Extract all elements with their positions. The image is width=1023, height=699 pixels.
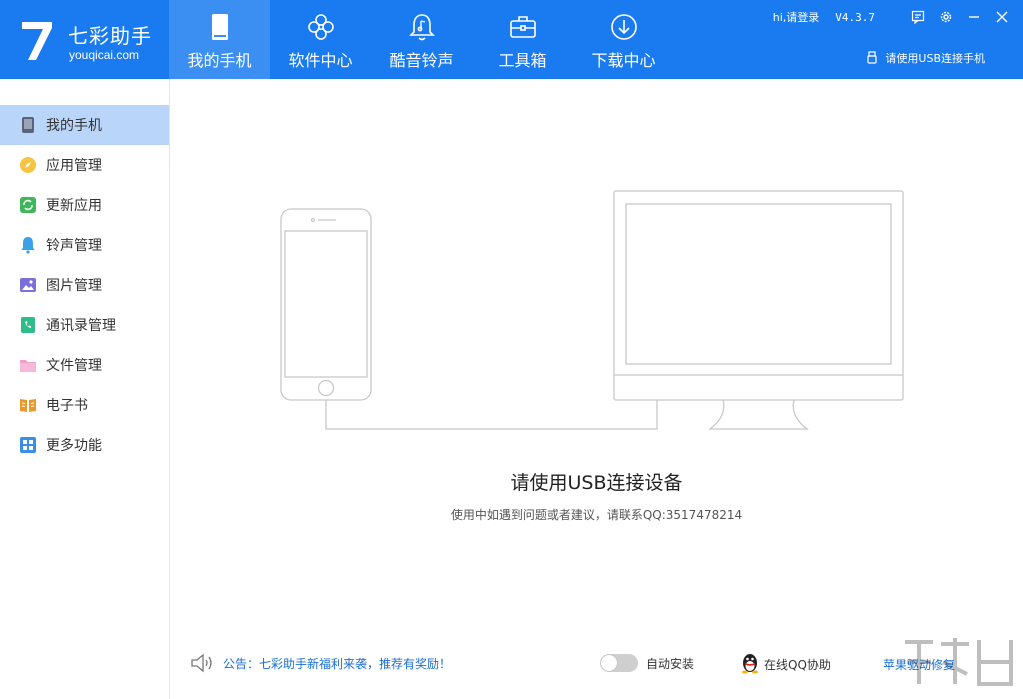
bell-icon — [408, 14, 435, 41]
sidebar-item-label: 应用管理 — [46, 158, 102, 174]
refresh-icon — [20, 197, 36, 213]
speaker-icon — [191, 653, 212, 673]
compass-icon — [20, 157, 36, 173]
header-bar: 七彩助手 youqicai.com 我的手机 软件中心 酷音铃声 工具箱 下载中… — [0, 0, 1023, 79]
title-bar-controls: hi,请登录 V4.3.7 — [773, 8, 1009, 26]
grid-icon — [20, 437, 36, 453]
main-nav: 我的手机 软件中心 酷音铃声 工具箱 下载中心 — [169, 0, 674, 79]
sidebar-item-app-manage[interactable]: 应用管理 — [0, 145, 169, 185]
sidebar-item-label: 通讯录管理 — [46, 318, 116, 334]
nav-tab-label: 软件中心 — [288, 51, 353, 70]
nav-tab-label: 酷音铃声 — [389, 51, 454, 70]
contacts-icon — [21, 317, 35, 333]
footer-bar: 公告：七彩助手新福利来袭，推荐有奖励！ 自动安装 在线QQ协助 苹果驱动修复 — [170, 644, 1023, 684]
auto-install-toggle[interactable] — [600, 654, 638, 672]
book-icon — [20, 399, 36, 412]
bell-icon — [21, 237, 35, 254]
logo-seven-icon — [22, 22, 52, 60]
close-icon[interactable] — [995, 10, 1009, 24]
sidebar-item-contacts-manage[interactable]: 通讯录管理 — [0, 305, 169, 345]
nav-tab-toolbox[interactable]: 工具箱 — [472, 0, 573, 79]
qq-penguin-icon[interactable] — [740, 652, 760, 674]
monitor-outline-icon — [613, 190, 904, 430]
clover-icon — [307, 14, 334, 40]
usb-hint-text: 请使用USB连接手机 — [885, 52, 985, 65]
phone-icon — [22, 117, 34, 133]
app-name: 七彩助手 — [68, 24, 152, 48]
nav-tab-download-center[interactable]: 下载中心 — [573, 0, 674, 79]
main-panel: 请使用USB连接设备 使用中如遇到问题或者建议，请联系QQ:3517478214 — [170, 79, 1023, 699]
sidebar-item-label: 铃声管理 — [46, 238, 102, 254]
support-contact-text: 使用中如遇到问题或者建议，请联系QQ:3517478214 — [450, 508, 743, 522]
sidebar-item-label: 我的手机 — [46, 118, 102, 134]
sidebar-item-label: 文件管理 — [46, 358, 102, 374]
nav-tab-label: 工具箱 — [498, 51, 547, 70]
sidebar-item-ringtone-manage[interactable]: 铃声管理 — [0, 225, 169, 265]
feedback-icon[interactable] — [911, 10, 925, 24]
sidebar-item-file-manage[interactable]: 文件管理 — [0, 345, 169, 385]
nav-tab-my-phone[interactable]: 我的手机 — [169, 0, 270, 79]
login-link[interactable]: hi,请登录 — [773, 9, 820, 25]
phone-to-computer-illustration — [280, 190, 904, 430]
announcement-link[interactable]: 公告：七彩助手新福利来袭，推荐有奖励！ — [223, 655, 451, 672]
sidebar-item-my-phone[interactable]: 我的手机 — [0, 105, 169, 145]
app-url: youqicai.com — [69, 48, 140, 62]
online-qq-help-link[interactable]: 在线QQ协助 — [764, 656, 831, 673]
usb-plug-icon — [867, 51, 878, 64]
nav-tab-ringtones[interactable]: 酷音铃声 — [371, 0, 472, 79]
toggle-knob — [601, 655, 617, 671]
sidebar-item-label: 电子书 — [46, 398, 88, 414]
toolbox-icon — [509, 16, 536, 38]
sidebar-item-more-features[interactable]: 更多功能 — [0, 425, 169, 465]
folder-icon — [20, 360, 36, 372]
phone-icon — [211, 14, 228, 40]
connect-device-title: 请使用USB连接设备 — [510, 472, 683, 494]
nav-tab-label: 下载中心 — [591, 51, 656, 70]
app-logo: 七彩助手 youqicai.com — [18, 12, 168, 67]
nav-tab-software-center[interactable]: 软件中心 — [270, 0, 371, 79]
image-icon — [20, 278, 36, 292]
download-icon — [610, 14, 637, 40]
sidebar-item-image-manage[interactable]: 图片管理 — [0, 265, 169, 305]
sidebar-item-label: 更新应用 — [46, 198, 102, 214]
watermark-logo — [905, 638, 1013, 686]
settings-gear-icon[interactable] — [939, 10, 953, 24]
sidebar: 我的手机 应用管理 更新应用 铃声管理 图片管理 通讯录管理 文件管理 电子书 … — [0, 79, 170, 699]
sidebar-item-ebook[interactable]: 电子书 — [0, 385, 169, 425]
sidebar-item-label: 更多功能 — [46, 438, 102, 454]
auto-install-label: 自动安装 — [646, 657, 695, 671]
minimize-icon[interactable] — [967, 10, 981, 24]
sidebar-item-update-apps[interactable]: 更新应用 — [0, 185, 169, 225]
version-label: V4.3.7 — [835, 10, 875, 24]
nav-tab-label: 我的手机 — [187, 51, 252, 70]
sidebar-item-label: 图片管理 — [46, 278, 102, 294]
usb-connect-hint: 请使用USB连接手机 — [867, 50, 985, 66]
phone-outline-icon — [280, 208, 372, 401]
